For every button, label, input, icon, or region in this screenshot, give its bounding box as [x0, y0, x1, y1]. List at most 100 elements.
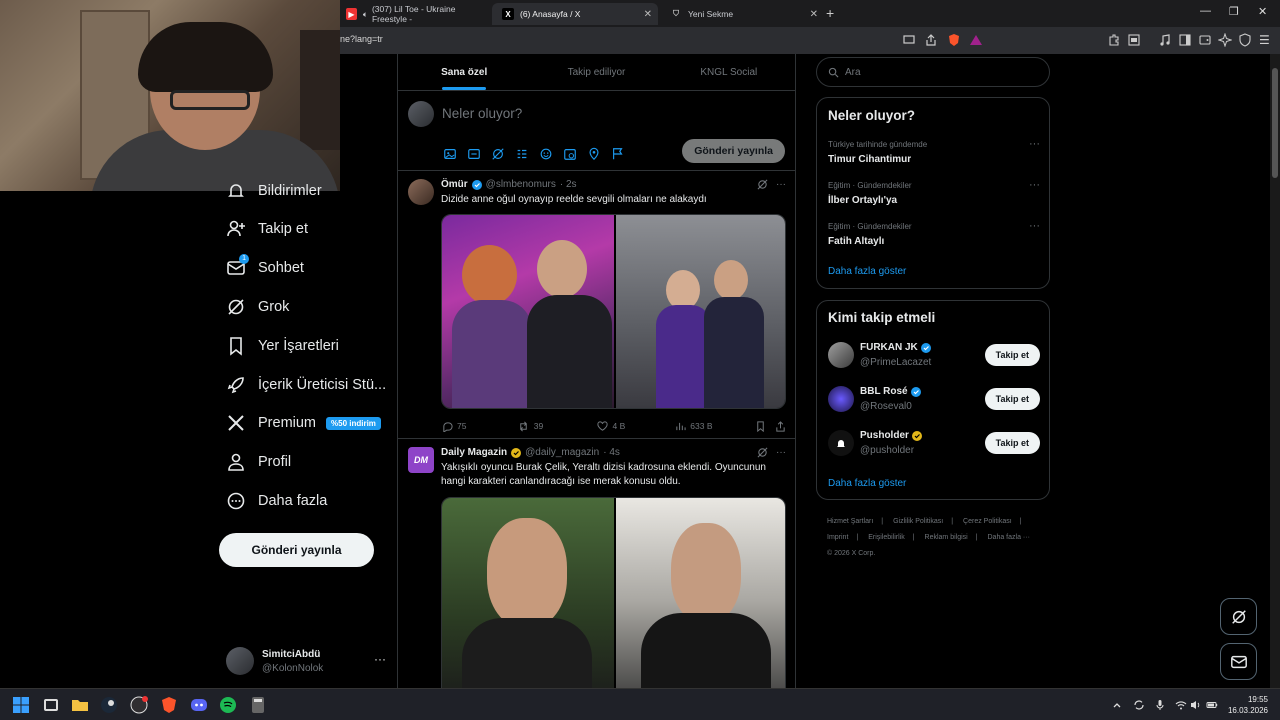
post-time[interactable]: · 2s	[560, 179, 577, 190]
author-handle[interactable]: @slmbenomurs	[486, 179, 556, 190]
microphone-icon[interactable]	[1154, 699, 1166, 711]
post-media[interactable]	[441, 214, 786, 409]
sidebar-item-profile[interactable]: Profil	[226, 449, 291, 475]
tab-kngl-social[interactable]: KNGL Social	[663, 54, 795, 90]
compose-post-button[interactable]: Gönderi yayınla	[682, 139, 785, 163]
account-switcher[interactable]: SimitciAbdü @KolonNolok ···	[226, 644, 386, 678]
avatar[interactable]	[828, 342, 854, 368]
panel-icon[interactable]	[1178, 33, 1192, 47]
flag-icon[interactable]	[610, 146, 626, 162]
suggested-account[interactable]: Pusholder @pusholder Takip et	[828, 428, 1040, 460]
post-media[interactable]	[441, 497, 786, 688]
avatar[interactable]: DM	[408, 447, 434, 473]
sidebar-item-follow[interactable]: Takip et	[226, 216, 308, 242]
scrollbar-thumb[interactable]	[1272, 68, 1278, 178]
discord-icon[interactable]	[190, 696, 208, 714]
sync-icon[interactable]	[1133, 699, 1145, 711]
gif-icon[interactable]	[466, 146, 482, 162]
share-button[interactable]	[774, 420, 786, 432]
brave-shield-icon[interactable]	[947, 33, 961, 47]
browser-tab-new[interactable]: ⛉ Yeni Sekme ✕	[660, 3, 824, 25]
vpn-icon[interactable]	[1238, 33, 1252, 47]
sidebar-item-more[interactable]: Daha fazla	[226, 488, 327, 514]
new-tab-button[interactable]: +	[826, 5, 834, 21]
search-box[interactable]	[816, 57, 1050, 87]
show-more-link[interactable]: Daha fazla göster	[828, 266, 906, 277]
tray-overflow-icon[interactable]	[1111, 699, 1123, 711]
more-icon[interactable]: ···	[374, 652, 386, 666]
grok-icon[interactable]	[757, 447, 768, 458]
wallet-icon[interactable]	[1198, 33, 1212, 47]
emoji-icon[interactable]	[538, 146, 554, 162]
file-explorer-icon[interactable]	[71, 696, 89, 714]
avatar[interactable]	[828, 386, 854, 412]
sidebar-item-notifications[interactable]: Bildirimler	[226, 178, 322, 204]
location-icon[interactable]	[586, 146, 602, 162]
footer-link[interactable]: Daha fazla ···	[988, 534, 1030, 541]
windows-start-icon[interactable]	[12, 696, 30, 714]
sidebar-item-grok[interactable]: Grok	[226, 294, 289, 320]
search-input[interactable]	[845, 66, 1025, 78]
cast-icon[interactable]	[902, 33, 916, 47]
scrollbar[interactable]	[1270, 54, 1280, 688]
obs-icon[interactable]	[130, 696, 148, 714]
show-more-link[interactable]: Daha fazla göster	[828, 478, 906, 489]
footer-link[interactable]: Reklam bilgisi	[925, 534, 968, 541]
follow-button[interactable]: Takip et	[984, 432, 1040, 454]
tab-for-you[interactable]: Sana özel	[398, 54, 530, 90]
schedule-icon[interactable]	[562, 146, 578, 162]
task-view-icon[interactable]	[42, 696, 60, 714]
sidebar-toggle-icon[interactable]	[1127, 33, 1141, 47]
browser-tab-youtube[interactable]: ▶ 🔈︎ (307) Lil Toe - Ukraine Freestyle -	[336, 3, 486, 25]
trend-item[interactable]: Eğitim · Gündemdekiler İlber Ortaylı'ya …	[828, 179, 1040, 206]
spotify-icon[interactable]	[219, 696, 237, 714]
suggested-account[interactable]: FURKAN JK @PrimeLacazet Takip et	[828, 340, 1040, 372]
grok-fab-button[interactable]	[1220, 598, 1257, 635]
post[interactable]: Ömür @slmbenomurs · 2s ··· Dizide anne o…	[398, 171, 795, 439]
volume-icon[interactable]	[1190, 699, 1202, 711]
avatar[interactable]	[828, 430, 854, 456]
share-icon[interactable]	[924, 33, 938, 47]
leo-ai-icon[interactable]	[1218, 33, 1232, 47]
post-image[interactable]	[613, 498, 785, 688]
footer-link[interactable]: Erişilebilirlik	[868, 534, 905, 541]
post[interactable]: DM Daily Magazin @daily_magazin · 4s ···…	[398, 439, 795, 688]
bookmark-button[interactable]	[754, 420, 774, 432]
more-icon[interactable]: ···	[1029, 220, 1040, 232]
battery-icon[interactable]	[1206, 699, 1218, 711]
follow-button[interactable]: Takip et	[984, 344, 1040, 366]
repost-button[interactable]: 39	[518, 420, 597, 432]
brave-browser-icon[interactable]	[160, 696, 178, 714]
footer-link[interactable]: Hizmet Şartları	[827, 518, 873, 525]
wifi-icon[interactable]	[1175, 699, 1187, 711]
sidebar-item-creator-studio[interactable]: İçerik Üreticisi Stü...	[226, 372, 386, 398]
close-tab-icon[interactable]: ✕	[644, 9, 652, 20]
image-icon[interactable]	[442, 146, 458, 162]
address-bar[interactable]: ne?lang=tr	[340, 34, 383, 44]
follow-button[interactable]: Takip et	[984, 388, 1040, 410]
brave-rewards-icon[interactable]	[969, 33, 983, 47]
more-icon[interactable]: ···	[1029, 138, 1040, 150]
grok-icon[interactable]	[757, 179, 768, 190]
trend-item[interactable]: Eğitim · Gündemdekiler Fatih Altaylı ···	[828, 220, 1040, 247]
browser-tab-x[interactable]: X (6) Anasayfa / X ✕	[492, 3, 658, 25]
footer-link[interactable]: Imprint	[827, 534, 848, 541]
compose-input[interactable]: Neler oluyor?	[442, 106, 522, 121]
footer-link[interactable]: Çerez Politikası	[963, 518, 1012, 525]
grok-icon[interactable]	[490, 146, 506, 162]
post-time[interactable]: · 4s	[603, 447, 620, 458]
system-clock[interactable]: 19:55 16.03.2026	[1228, 694, 1268, 716]
post-image[interactable]	[613, 215, 785, 408]
author-name[interactable]: Ömür	[441, 179, 468, 190]
avatar[interactable]	[408, 179, 434, 205]
sidebar-item-bookmarks[interactable]: Yer İşaretleri	[226, 333, 339, 359]
post-image[interactable]	[442, 215, 614, 408]
menu-icon[interactable]: ☰	[1259, 33, 1273, 47]
sidebar-item-premium[interactable]: Premium %50 indirim	[226, 410, 381, 436]
close-window-icon[interactable]: ✕	[1258, 5, 1267, 18]
music-icon[interactable]	[1158, 33, 1172, 47]
footer-link[interactable]: Gizlilik Politikası	[893, 518, 943, 525]
author-handle[interactable]: @daily_magazin	[525, 447, 599, 458]
reply-button[interactable]: 75	[441, 420, 518, 432]
views-button[interactable]: 633 B	[674, 420, 754, 432]
